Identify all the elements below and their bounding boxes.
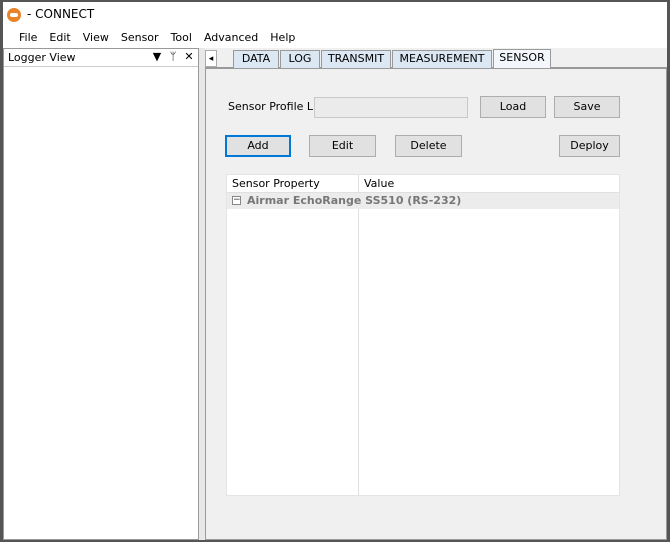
add-button[interactable]: Add [225,135,291,157]
logger-view-panel: Logger View ▼ ᛘ ✕ [3,48,199,540]
tab-measurement[interactable]: MEASUREMENT [392,50,492,68]
grid-category-label: Airmar EchoRange SS510 (RS-232) [247,194,462,207]
delete-button[interactable]: Delete [395,135,462,157]
edit-button[interactable]: Edit [309,135,376,157]
column-header-sensor-property: Sensor Property [232,177,320,190]
tab-transmit[interactable]: TRANSMIT [321,50,391,68]
grid-category-row[interactable]: − Airmar EchoRange SS510 (RS-232) [227,193,619,209]
load-button[interactable]: Load [480,96,546,118]
tab-scroll-left-icon[interactable]: ◂ [205,50,217,67]
close-icon[interactable]: ✕ [182,50,196,64]
sensor-profile-list-label: Sensor Profile List [228,100,327,113]
logger-view-title: Logger View [8,51,76,64]
column-header-value: Value [364,177,395,190]
title-bar: - CONNECT [3,2,667,28]
save-button[interactable]: Save [554,96,620,118]
menu-advanced[interactable]: Advanced [198,30,264,46]
deploy-button[interactable]: Deploy [559,135,620,157]
sensor-tab-content: Sensor Profile List Load Save Add Edit D… [205,68,667,540]
menu-view[interactable]: View [77,30,115,46]
logger-view-header: Logger View ▼ ᛘ ✕ [4,49,198,67]
menu-help[interactable]: Help [264,30,301,46]
pin-icon[interactable]: ᛘ [166,50,180,64]
app-window: - CONNECT File Edit View Sensor Tool Adv… [0,0,670,542]
sensor-property-grid[interactable]: Sensor Property Value − Airmar EchoRange… [226,174,620,496]
tab-sensor[interactable]: SENSOR [493,49,551,69]
grid-header: Sensor Property Value [227,175,619,193]
menu-tool[interactable]: Tool [165,30,198,46]
collapse-icon[interactable]: − [232,196,241,205]
tab-log[interactable]: LOG [280,50,320,68]
tab-strip: ◂ DATA LOG TRANSMIT MEASUREMENT SENSOR [205,48,667,69]
window-title: - CONNECT [27,7,95,21]
column-divider[interactable] [358,175,359,495]
dropdown-icon[interactable]: ▼ [150,50,164,64]
menu-file[interactable]: File [13,30,43,46]
menu-sensor[interactable]: Sensor [115,30,165,46]
sensor-profile-list-input[interactable] [314,97,468,118]
tab-data[interactable]: DATA [233,50,279,68]
app-logo-icon [7,8,21,22]
menu-bar: File Edit View Sensor Tool Advanced Help [3,28,667,48]
menu-edit[interactable]: Edit [43,30,76,46]
